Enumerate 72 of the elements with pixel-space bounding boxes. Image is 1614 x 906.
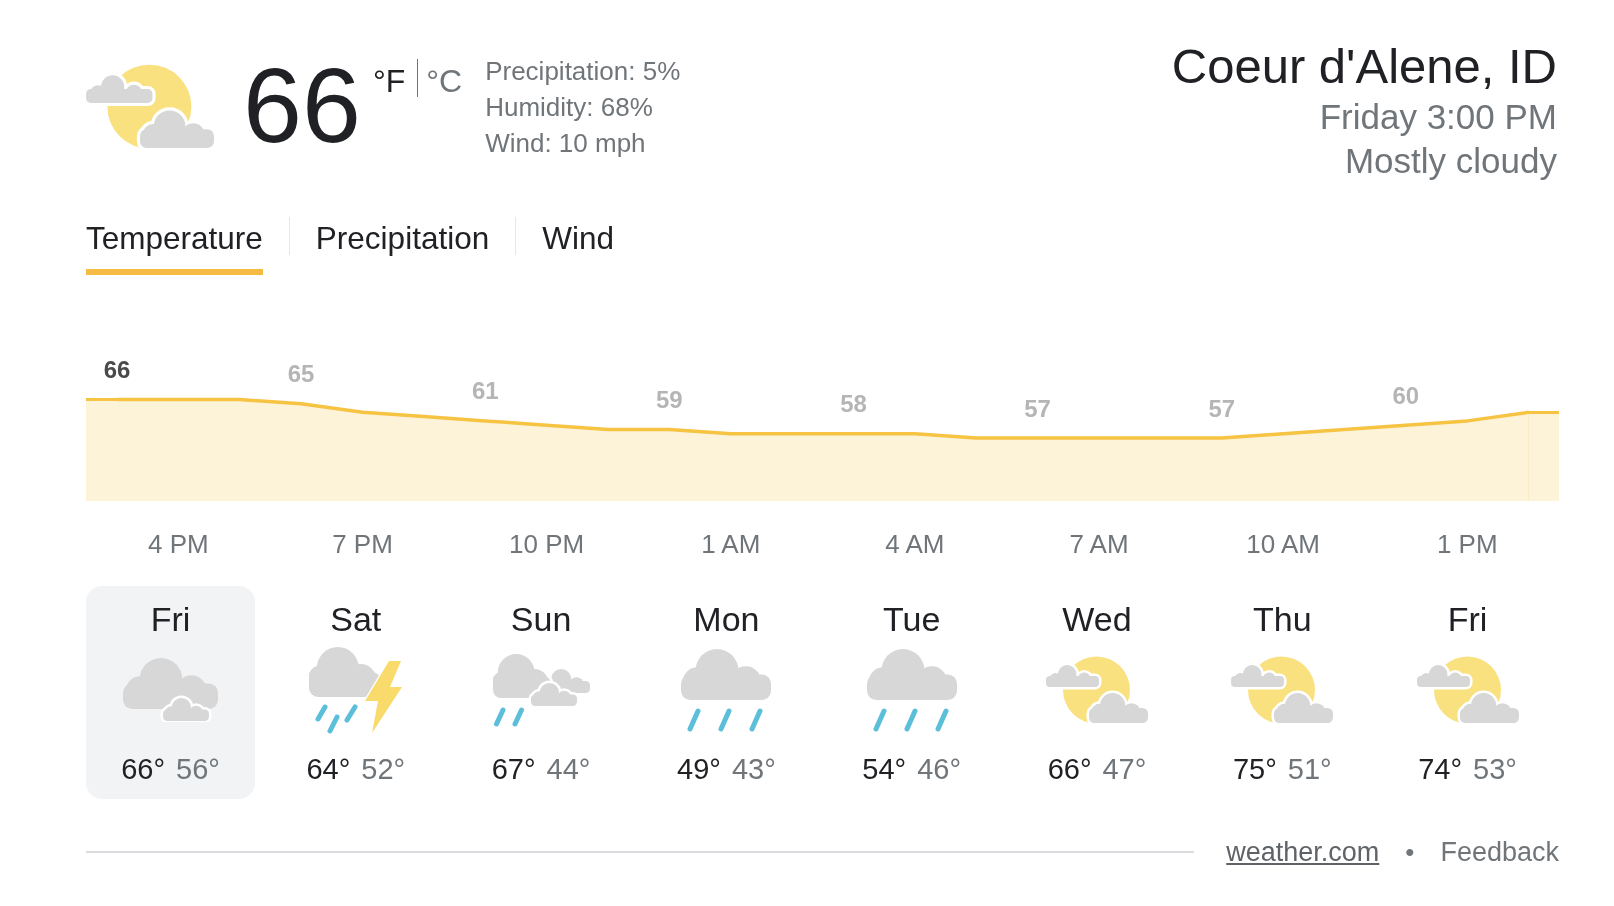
weather-detail: Wind: 10 mph <box>485 127 647 160</box>
time-label: 10 AM <box>1246 529 1320 560</box>
low-temp: 51° <box>1287 752 1332 787</box>
low-temp: 53° <box>1473 752 1517 787</box>
time-label: 4 PM <box>147 529 209 560</box>
current-temperature: 66 <box>243 52 361 158</box>
condition-text: Mostly cloudy <box>1343 140 1557 182</box>
day-label: Sat <box>330 599 382 639</box>
weather-detail: Precipitation: 5% <box>485 55 681 88</box>
day-card[interactable]: Wed 66° 47° <box>1012 586 1182 799</box>
day-label: Fri <box>1447 599 1488 639</box>
day-label: Thu <box>1253 599 1312 639</box>
storm-icon <box>308 646 403 734</box>
sun-cloud-icon <box>1046 656 1148 724</box>
tab[interactable]: Wind <box>542 220 614 275</box>
time-label: 4 AM <box>884 529 945 560</box>
low-temp: 46° <box>917 752 962 787</box>
high-temp: 54° <box>862 752 907 787</box>
value-label: 58 <box>839 390 867 418</box>
low-temp: 43° <box>731 752 776 787</box>
day-card[interactable]: Sat 64° 52° <box>271 586 441 799</box>
low-temp: 47° <box>1102 752 1147 787</box>
unit-toggle[interactable]: °C <box>426 65 463 97</box>
rain-clouds-icon <box>492 653 590 727</box>
low-temp: 44° <box>546 752 591 787</box>
source-link[interactable]: weather.com <box>1226 834 1380 870</box>
time-label: 7 PM <box>331 529 393 560</box>
value-label: 61 <box>471 377 499 405</box>
high-temp: 74° <box>1418 752 1463 787</box>
high-temp: 66° <box>1047 752 1092 787</box>
time-label: 1 PM <box>1436 529 1498 560</box>
day-card[interactable]: Sun 67° 44° <box>456 586 626 799</box>
time-label: 7 AM <box>1069 529 1129 560</box>
high-temp: 64° <box>306 752 351 787</box>
feedback-link[interactable]: Feedback <box>1440 834 1559 870</box>
day-label: Fri <box>150 599 191 639</box>
low-temp: 56° <box>176 752 220 787</box>
current-value-label: 66 <box>103 356 131 384</box>
date-time: Friday 3:00 PM <box>1318 96 1557 138</box>
sun-cloud-icon <box>86 64 214 150</box>
value-label: 60 <box>1392 381 1419 409</box>
low-temp: 52° <box>361 752 406 787</box>
sun-cloud-icon <box>1416 656 1519 724</box>
separator-dot: • <box>1405 836 1415 869</box>
time-label: 1 AM <box>700 529 761 560</box>
day-card[interactable]: Mon 49° 43° <box>641 586 811 799</box>
day-card[interactable]: Fri 74° 53° <box>1383 586 1553 799</box>
value-label: 65 <box>287 360 315 388</box>
high-temp: 66° <box>121 752 165 787</box>
sun-cloud-icon <box>1231 656 1334 724</box>
day-label: Tue <box>883 599 941 639</box>
tab[interactable]: Precipitation <box>315 220 490 275</box>
high-temp: 75° <box>1232 752 1277 787</box>
high-temp: 67° <box>491 752 536 787</box>
time-label: 10 PM <box>508 529 584 560</box>
unit-toggle[interactable]: °F <box>372 65 406 97</box>
tab[interactable]: Temperature <box>86 220 263 275</box>
day-card[interactable]: Thu 75° 51° <box>1197 586 1367 799</box>
value-label: 57 <box>1023 394 1051 422</box>
value-label: 59 <box>655 386 683 414</box>
rain-cloud-icon <box>866 648 957 732</box>
value-label: 57 <box>1208 394 1235 422</box>
day-label: Mon <box>693 599 760 639</box>
clouds-icon <box>122 658 219 722</box>
day-card[interactable]: Fri 66° 56° <box>86 586 255 799</box>
day-card[interactable]: Tue 54° 46° <box>827 586 997 799</box>
day-label: Sun <box>510 599 572 639</box>
rain-cloud-icon <box>681 648 772 732</box>
location-name: Coeur d'Alene, ID <box>1171 38 1557 94</box>
high-temp: 49° <box>677 752 721 787</box>
day-label: Wed <box>1062 599 1132 639</box>
weather-detail: Humidity: 68% <box>485 91 654 124</box>
